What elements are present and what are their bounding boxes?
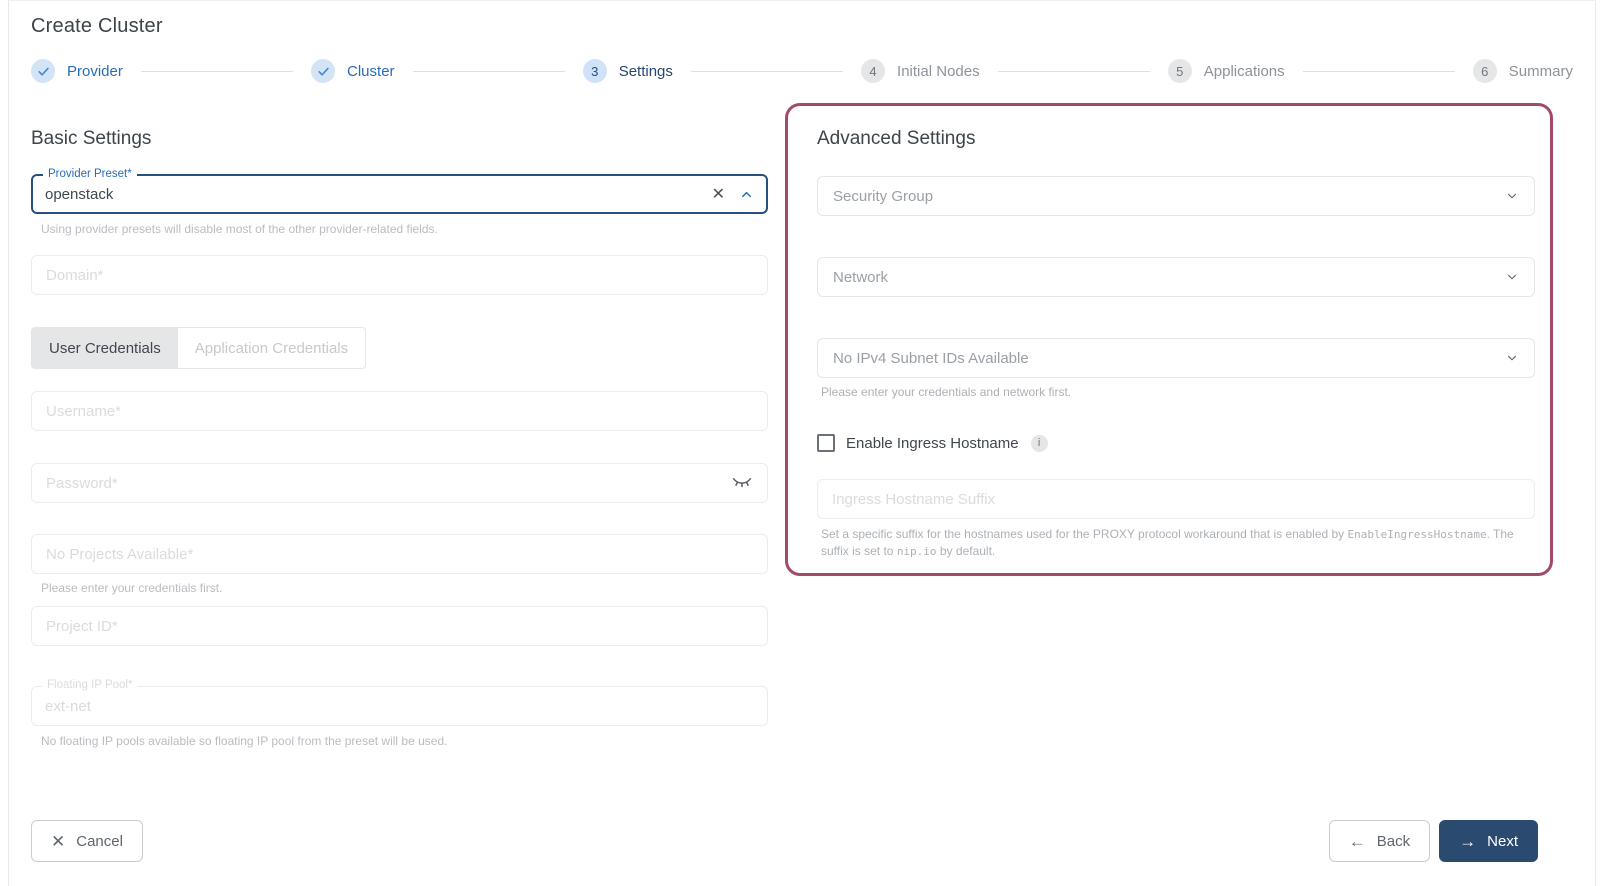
enable-ingress-hostname-checkbox[interactable] (817, 434, 835, 452)
ingress-hostname-suffix-field (817, 479, 1535, 519)
create-cluster-wizard: Create Cluster Provider Cluster 3 Settin… (8, 0, 1596, 886)
ipv4-subnet-select[interactable]: No IPv4 Subnet IDs Available (817, 338, 1535, 378)
network-placeholder: Network (833, 268, 889, 286)
info-icon[interactable]: i (1030, 434, 1048, 452)
step-number: 6 (1472, 59, 1497, 83)
step-applications[interactable]: 5 Applications (1167, 59, 1285, 83)
step-initial-nodes[interactable]: 4 Initial Nodes (861, 59, 980, 83)
basic-settings-heading: Basic Settings (31, 128, 152, 149)
eye-closed-icon[interactable] (732, 476, 752, 489)
step-summary[interactable]: 6 Summary (1472, 59, 1573, 83)
enable-ingress-hostname-label: Enable Ingress Hostname (846, 434, 1019, 452)
provider-preset-input[interactable] (45, 185, 704, 203)
wizard-footer: ✕ Cancel ← Back → Next (31, 820, 1573, 862)
check-icon (31, 59, 55, 83)
tab-application-credentials[interactable]: Application Credentials (178, 328, 365, 368)
domain-field (31, 255, 768, 295)
ipv4-subnet-placeholder: No IPv4 Subnet IDs Available (833, 349, 1029, 367)
advanced-settings-highlight: Advanced Settings Security Group Network… (785, 103, 1553, 576)
settings-columns: Basic Settings Provider Preset* ✕ Using … (31, 103, 1573, 748)
step-number: 4 (861, 59, 886, 83)
next-button[interactable]: → Next (1439, 820, 1538, 862)
step-connector (412, 70, 565, 72)
ingress-suffix-helper: Set a specific suffix for the hostnames … (817, 526, 1535, 560)
tab-user-credentials[interactable]: User Credentials (32, 328, 178, 368)
close-icon: ✕ (51, 831, 66, 851)
project-select-field (31, 534, 768, 574)
step-connector (690, 70, 844, 72)
wizard-stepper: Provider Cluster 3 Settings 4 Initial No… (31, 59, 1573, 83)
chevron-down-icon (1505, 189, 1519, 203)
step-settings[interactable]: 3 Settings (582, 59, 673, 83)
step-connector (140, 70, 294, 72)
provider-preset-label: Provider Preset* (43, 167, 137, 181)
floating-ip-pool-field: Floating IP Pool* (31, 678, 768, 726)
cancel-label: Cancel (76, 832, 123, 850)
advanced-settings-heading: Advanced Settings (817, 128, 976, 149)
subnet-helper: Please enter your credentials and networ… (821, 385, 1072, 399)
step-label: Applications (1203, 62, 1285, 80)
username-field (31, 391, 768, 431)
security-group-placeholder: Security Group (833, 187, 934, 205)
floating-ip-pool-input (45, 697, 754, 715)
step-cluster[interactable]: Cluster (311, 59, 395, 83)
provider-preset-field[interactable]: Provider Preset* ✕ (31, 167, 768, 214)
floating-ip-pool-label: Floating IP Pool* (42, 678, 138, 692)
floating-ip-pool-helper: No floating IP pools available so floati… (41, 734, 448, 748)
cancel-button[interactable]: ✕ Cancel (31, 820, 143, 862)
password-field-wrap (31, 463, 768, 503)
credentials-tabs: User Credentials Application Credentials (31, 327, 367, 369)
helper-text: by default. (936, 544, 996, 558)
chevron-down-icon (1505, 270, 1519, 284)
basic-settings-section: Basic Settings Provider Preset* ✕ Using … (31, 103, 768, 748)
step-label: Summary (1508, 62, 1573, 80)
arrow-left-icon: ← (1348, 831, 1366, 851)
password-field (31, 463, 768, 503)
step-label: Settings (618, 62, 673, 80)
helper-code: EnableIngressHostname (1347, 528, 1487, 541)
project-helper: Please enter your credentials first. (41, 581, 223, 595)
chevron-down-icon (1505, 351, 1519, 365)
check-icon (311, 59, 336, 83)
arrow-right-icon: → (1459, 831, 1477, 851)
step-connector (997, 70, 1150, 72)
footer-right-group: ← Back → Next (1328, 820, 1538, 862)
provider-preset-helper: Using provider presets will disable most… (41, 222, 438, 236)
security-group-select[interactable]: Security Group (817, 176, 1535, 216)
step-label: Provider (67, 62, 123, 80)
back-button[interactable]: ← Back (1328, 820, 1431, 862)
step-number: 3 (582, 59, 607, 83)
helper-text: Set a specific suffix for the hostnames … (821, 527, 1348, 541)
back-label: Back (1376, 832, 1411, 850)
step-label: Initial Nodes (897, 62, 980, 80)
project-id-field (31, 606, 768, 646)
enable-ingress-hostname-row: Enable Ingress Hostname i (817, 434, 1535, 452)
step-connector (1302, 70, 1455, 72)
network-select[interactable]: Network (817, 257, 1535, 297)
step-provider[interactable]: Provider (31, 59, 123, 83)
page-title: Create Cluster (31, 15, 163, 37)
clear-icon[interactable]: ✕ (704, 184, 733, 204)
chevron-up-icon[interactable] (733, 187, 754, 202)
next-label: Next (1487, 832, 1518, 850)
step-label: Cluster (347, 62, 395, 80)
helper-code: nip.io (896, 545, 937, 558)
step-number: 5 (1167, 59, 1192, 83)
